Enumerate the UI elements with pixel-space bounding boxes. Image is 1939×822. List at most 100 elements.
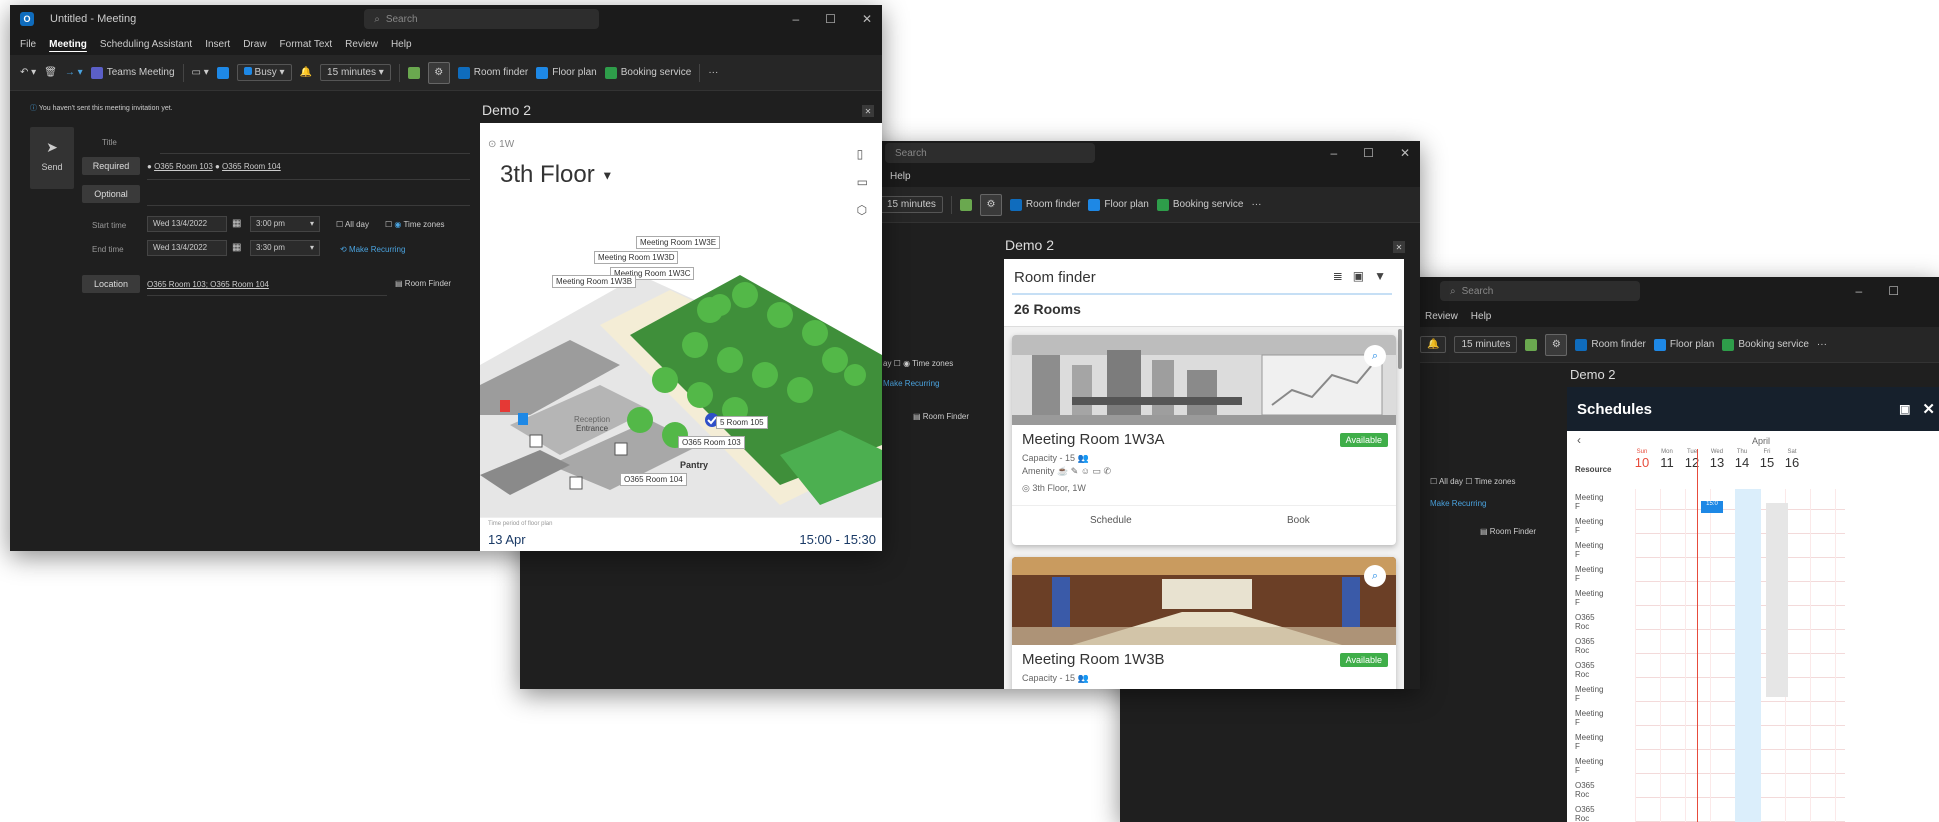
menu-help[interactable]: Help [391, 39, 412, 50]
close-panel-icon[interactable]: ✕ [1393, 241, 1405, 253]
reminder-dropdown[interactable]: 15 minutes [1454, 336, 1518, 353]
portrait-view-icon[interactable]: ▯ [857, 147, 868, 161]
resource-row[interactable]: O365 Roc [1575, 661, 1595, 679]
search-box[interactable]: Search [885, 143, 1095, 163]
room-label[interactable]: Meeting Room 1W3B [552, 275, 637, 288]
room-finder-link[interactable]: ▤ Room Finder [913, 412, 969, 421]
resource-row[interactable]: O365 Roc [1575, 637, 1595, 655]
floor-dropdown[interactable]: 3th Floor ▼ [500, 161, 613, 189]
end-time-field[interactable]: 3:30 pm ▾ [250, 240, 320, 256]
more-icon[interactable]: ··· [708, 67, 718, 78]
floor-plan-button[interactable]: Floor plan [1088, 198, 1149, 211]
location-field[interactable]: O365 Room 103; O365 Room 104 [147, 280, 269, 289]
more-icon[interactable]: ··· [1817, 339, 1827, 350]
all-day-checkbox[interactable]: ☐ All day [336, 220, 369, 229]
book-button[interactable]: Book [1287, 515, 1310, 526]
resource-row[interactable]: Meeting F [1575, 541, 1603, 559]
reminder-dropdown[interactable]: 15 minutes ▾ [320, 64, 391, 81]
menu-file[interactable]: File [20, 39, 36, 50]
make-recurring-link[interactable]: ⟲ Make Recurring [340, 245, 405, 254]
menu-format-text[interactable]: Format Text [280, 39, 333, 50]
end-date-field[interactable]: Wed 13/4/2022 [147, 240, 227, 256]
floor-plan-locate-icon[interactable]: ⌕ [1364, 565, 1386, 587]
room-finder-link[interactable]: ▤ Room Finder [1480, 527, 1536, 536]
calendar-icon[interactable]: ▣ [1899, 402, 1910, 416]
menu-draw[interactable]: Draw [243, 39, 266, 50]
all-day-checkbox[interactable]: ☐ All day ☐ Time zones [1430, 477, 1516, 486]
forward-icon[interactable]: → ▾ [65, 67, 83, 78]
day-header[interactable]: Sat 16 [1777, 449, 1807, 470]
delete-icon[interactable]: 🗑 [44, 67, 57, 78]
calendar-icon[interactable]: ▦ [232, 218, 241, 229]
menu-review[interactable]: Review [1425, 311, 1458, 322]
bell-icon[interactable]: 🔔 [1420, 336, 1447, 353]
time-zones-checkbox[interactable]: ☐ ◉ Time zones [385, 220, 445, 229]
minimize-icon[interactable]: – [1330, 146, 1337, 160]
resource-row[interactable]: Meeting F [1575, 589, 1603, 607]
required-attendees[interactable]: ● O365 Room 103 ● O365 Room 104 [147, 162, 281, 171]
room-finder-link[interactable]: ▤ Room Finder [395, 279, 451, 288]
make-recurring-link[interactable]: Make Recurring [883, 379, 939, 388]
settings-icon[interactable]: ⚙ [1545, 333, 1568, 356]
menu-scheduling-assistant[interactable]: Scheduling Assistant [100, 39, 192, 50]
form-icon[interactable]: ▭ ▾ [192, 67, 209, 78]
make-recurring-link[interactable]: Make Recurring [1430, 499, 1486, 508]
optional-button[interactable]: Optional [82, 185, 140, 203]
scrollbar[interactable] [1398, 329, 1402, 369]
maximize-icon[interactable]: ☐ [1363, 146, 1374, 160]
location-button[interactable]: Location [82, 275, 140, 293]
start-time-field[interactable]: 3:00 pm ▾ [250, 216, 320, 232]
room-label[interactable]: Meeting Room 1W3D [594, 251, 679, 264]
prev-month-icon[interactable]: ‹ [1577, 433, 1581, 447]
close-icon[interactable]: ✕ [1922, 400, 1935, 418]
search-box[interactable]: ⌕ Search [364, 9, 600, 29]
list-view-icon[interactable]: ≣ [1333, 269, 1343, 283]
maximize-icon[interactable]: ☐ [825, 12, 836, 26]
menu-help[interactable]: Help [890, 171, 911, 182]
room-label[interactable]: Meeting Room 1W3E [636, 236, 721, 249]
required-button[interactable]: Required [82, 157, 140, 175]
maximize-icon[interactable]: ☐ [1888, 284, 1899, 298]
all-day-checkbox[interactable]: ay ☐ ◉ Time zones [883, 359, 953, 368]
close-window-icon[interactable]: ✕ [1400, 146, 1410, 160]
resource-row[interactable]: Meeting F [1575, 709, 1603, 727]
calendar-view-icon[interactable]: ▣ [1353, 269, 1364, 283]
reminder-dropdown[interactable]: 15 minutes [880, 196, 943, 213]
booking-service-button[interactable]: Booking service [604, 66, 691, 79]
landscape-view-icon[interactable]: ▭ [857, 175, 868, 189]
resource-row[interactable]: Meeting F [1575, 733, 1603, 751]
filter-icon[interactable]: ▼ [1374, 269, 1386, 283]
minimize-icon[interactable]: – [792, 12, 799, 26]
resource-row[interactable]: Meeting F [1575, 517, 1603, 535]
resource-row[interactable]: O365 Roc [1575, 805, 1595, 822]
floor-plan-button[interactable]: Floor plan [1653, 338, 1714, 351]
menu-help[interactable]: Help [1471, 311, 1492, 322]
room-finder-button[interactable]: Room finder [1575, 338, 1646, 351]
close-panel-icon[interactable]: ✕ [862, 105, 874, 117]
room-finder-button[interactable]: Room finder [457, 66, 528, 79]
resource-row[interactable]: O365 Roc [1575, 613, 1595, 631]
resource-row[interactable]: Meeting F [1575, 685, 1603, 703]
calendar-icon[interactable]: ▦ [232, 242, 241, 253]
categorize-icon[interactable] [959, 198, 972, 211]
categorize-icon[interactable] [1525, 338, 1538, 351]
resource-row[interactable]: Meeting F [1575, 565, 1603, 583]
booking-service-button[interactable]: Booking service [1156, 198, 1243, 211]
room-card[interactable]: ⌕ Meeting Room 1W3A Available Capacity -… [1012, 335, 1396, 545]
room-label[interactable]: 5 Room 105 [716, 416, 768, 429]
settings-icon[interactable]: ⚙ [427, 61, 450, 84]
start-date-field[interactable]: Wed 13/4/2022 [147, 216, 227, 232]
more-icon[interactable]: ··· [1251, 199, 1261, 210]
menu-meeting[interactable]: Meeting [49, 39, 87, 50]
event-block[interactable]: 15:0 [1701, 501, 1723, 513]
room-card[interactable]: ⌕ Meeting Room 1W3B Available Capacity -… [1012, 557, 1396, 689]
busy-dropdown[interactable]: Busy ▾ [236, 64, 292, 81]
resource-row[interactable]: Meeting F [1575, 493, 1603, 511]
resource-row[interactable]: Meeting F [1575, 757, 1603, 775]
room-finder-button[interactable]: Room finder [1009, 198, 1080, 211]
schedule-button[interactable]: Schedule [1090, 515, 1132, 526]
resource-row[interactable]: O365 Roc [1575, 781, 1595, 799]
teams-meeting-button[interactable]: Teams Meeting [90, 66, 175, 79]
close-window-icon[interactable]: ✕ [862, 12, 872, 26]
undo-icon[interactable]: ↶ ▾ [20, 67, 36, 78]
